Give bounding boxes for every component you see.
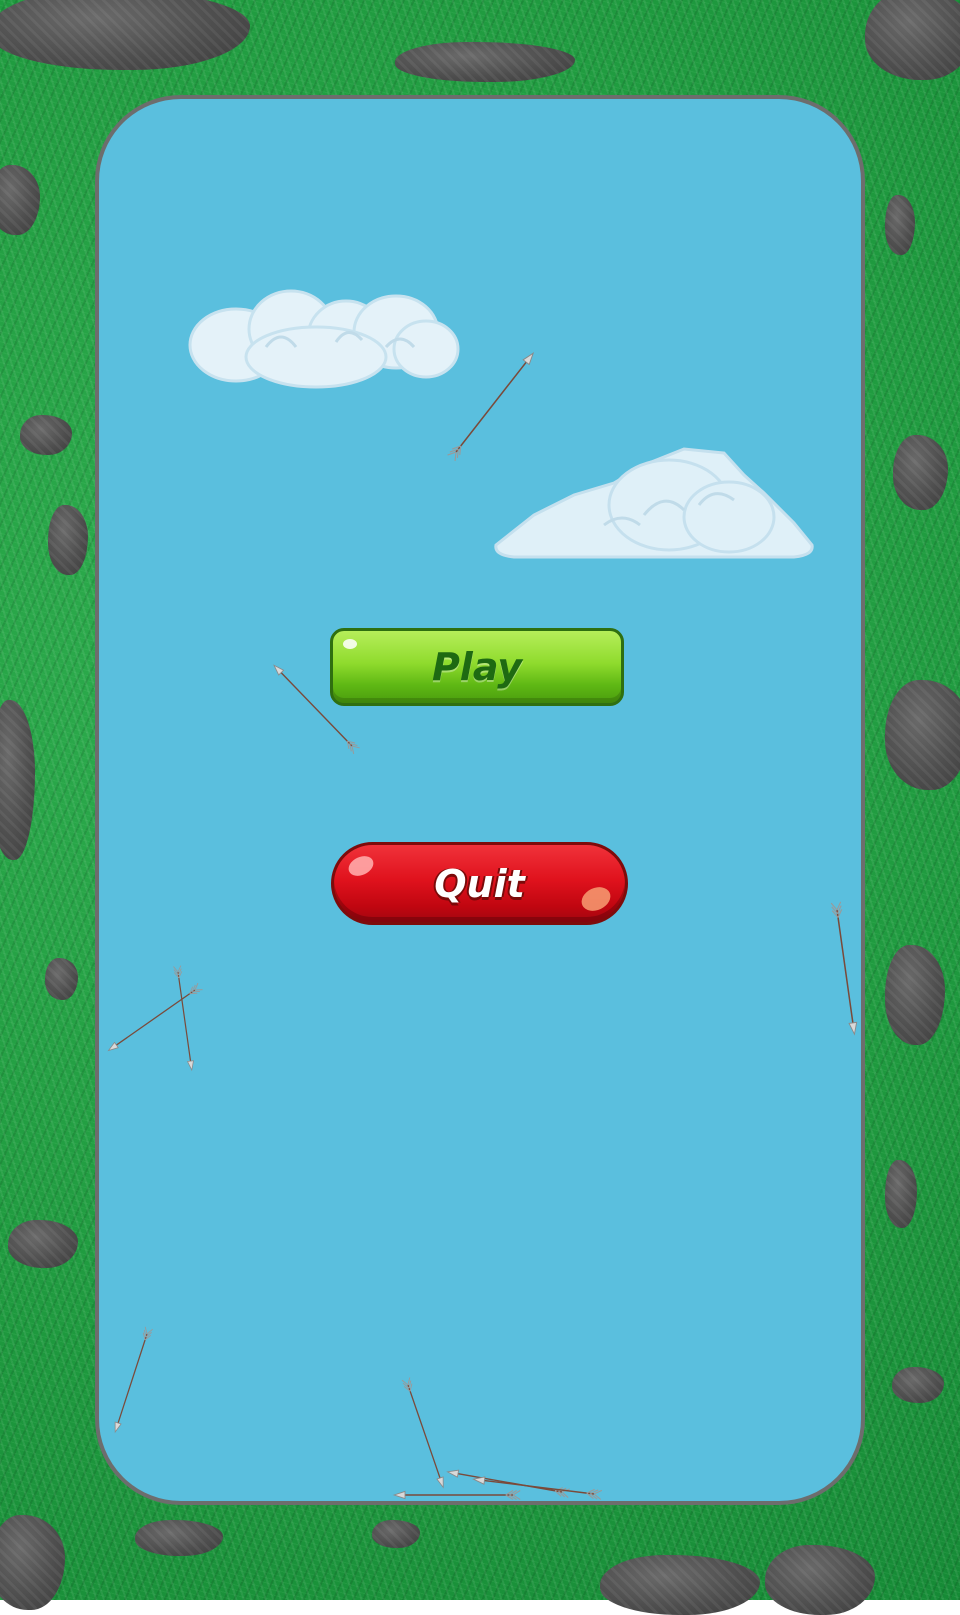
- arrow-icon: [830, 901, 860, 1036]
- arrow-icon: [472, 1473, 603, 1501]
- quit-button-label: Quit: [434, 861, 525, 906]
- button-shine: [577, 882, 615, 916]
- arrow-icon: [393, 1489, 521, 1501]
- quit-button[interactable]: Quit: [331, 842, 628, 925]
- arrows-layer: [105, 349, 860, 1501]
- play-button-label: Play: [431, 645, 523, 689]
- arrow-icon: [446, 349, 538, 462]
- play-button[interactable]: Play: [330, 628, 624, 706]
- button-shine: [343, 639, 357, 649]
- arrow-icon: [172, 964, 197, 1072]
- arrow-icon: [110, 1326, 154, 1434]
- button-shine: [345, 852, 377, 880]
- arrow-icon: [401, 1376, 448, 1490]
